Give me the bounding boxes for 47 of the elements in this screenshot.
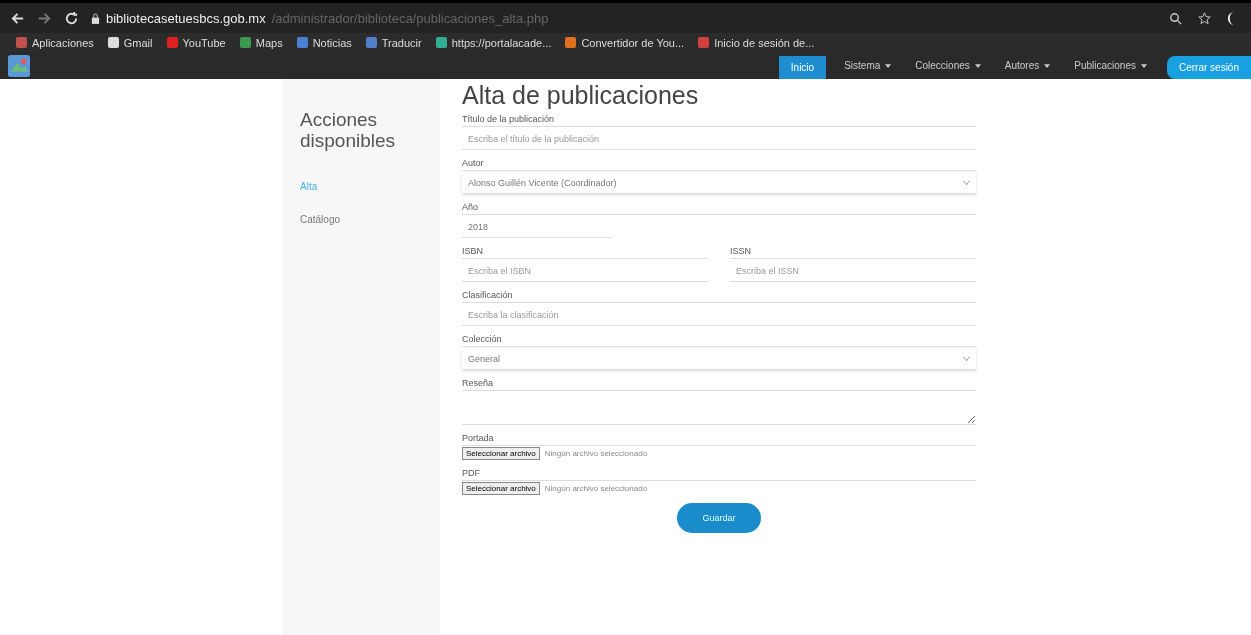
nav-item[interactable]: Colecciones (903, 52, 993, 79)
bookmark[interactable]: Maps (239, 36, 283, 49)
nav-item[interactable]: Sistema (832, 52, 904, 79)
choose-file-button[interactable]: Seleccionar archivo (462, 447, 540, 460)
bookmark[interactable]: YouTube (166, 36, 226, 49)
nav-item[interactable]: Publicaciones (1062, 52, 1159, 79)
field-label: ISBN (462, 246, 708, 259)
caret-icon (1140, 63, 1147, 68)
field-label: Colección (462, 334, 976, 347)
bookmark[interactable]: Traducir (365, 36, 422, 49)
file-status: Ningún archivo seleccionado (544, 484, 648, 493)
field-label: Reseña (462, 378, 976, 391)
file-status: Ningún archivo seleccionado (544, 449, 648, 458)
bookmark[interactable]: Aplicaciones (16, 36, 94, 49)
nav-item[interactable]: Inicio (778, 56, 827, 79)
field-label: Autor (462, 158, 976, 171)
forward-icon[interactable] (37, 10, 52, 26)
field-label: PDF (462, 468, 976, 481)
zoom-icon[interactable] (1168, 10, 1183, 26)
field-label: Portada (462, 433, 976, 446)
caret-icon (885, 63, 892, 68)
field-label: Título de la publicación (462, 114, 976, 127)
select-field[interactable]: General (462, 348, 976, 370)
sidebar-title: Acciones disponibles (300, 109, 397, 151)
page-title: Alta de publicaciones (462, 81, 700, 110)
logo-icon (8, 54, 30, 77)
save-button[interactable]: Guardar (677, 503, 761, 533)
select-field[interactable]: Alonso Guillén Vicente (Coordinador) (462, 172, 976, 194)
choose-file-button[interactable]: Seleccionar archivo (462, 482, 540, 495)
field-label: Clasificación (462, 290, 976, 303)
bookmark[interactable]: Convertidor de You... (565, 36, 685, 49)
lock-icon (91, 12, 100, 24)
star-icon[interactable] (1197, 10, 1212, 26)
nav-item[interactable]: Autores (992, 52, 1063, 79)
back-icon[interactable] (10, 10, 25, 26)
reload-icon[interactable] (64, 10, 79, 26)
chevron-icon (963, 180, 970, 185)
field-label: ISSN (730, 246, 976, 259)
bookmark[interactable]: https://portalacade... (435, 36, 552, 49)
caret-icon (1044, 63, 1051, 68)
bookmark[interactable]: Noticias (296, 36, 352, 49)
field-label: Año (462, 202, 976, 215)
bookmark[interactable]: Gmail (107, 36, 153, 49)
bookmark[interactable]: Inicio de sesión de... (698, 36, 815, 49)
chevron-icon (963, 356, 970, 361)
sidebar-link[interactable]: Catálogo (300, 212, 440, 227)
caret-icon (974, 63, 981, 68)
